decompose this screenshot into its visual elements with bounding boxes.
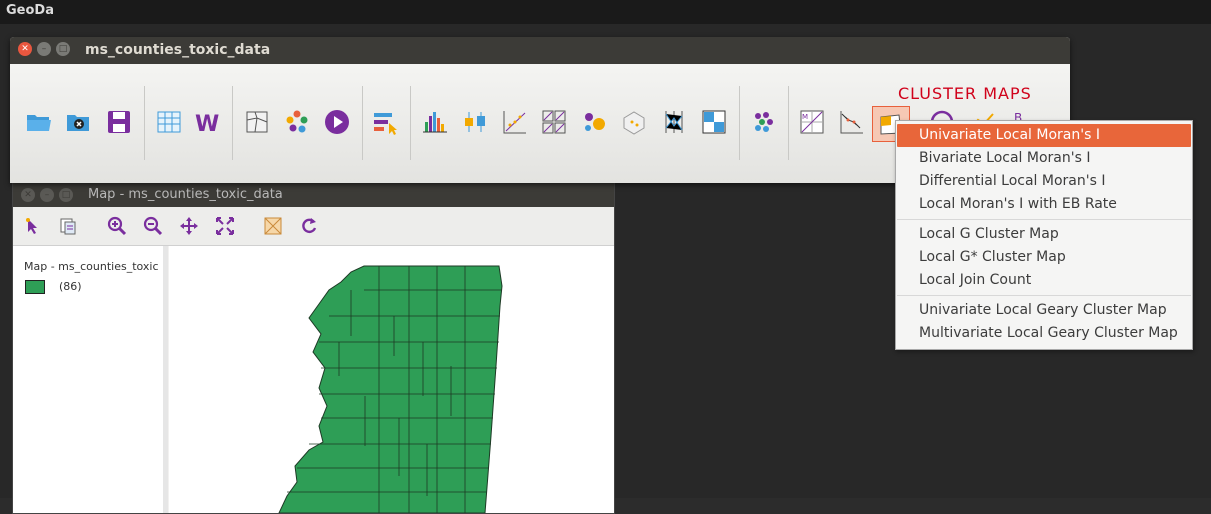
close-project-icon[interactable]	[65, 108, 93, 136]
open-folder-icon[interactable]	[25, 108, 53, 136]
zoom-in-icon[interactable]	[107, 216, 127, 236]
toolbar-separator	[232, 86, 233, 160]
map-canvas[interactable]	[169, 246, 614, 513]
map-maximize-icon[interactable]: □	[59, 188, 73, 202]
menu-item-univariate-local-morans-i[interactable]: Univariate Local Moran's I	[897, 124, 1191, 147]
save-icon[interactable]	[105, 108, 133, 136]
histogram-icon[interactable]	[421, 108, 449, 136]
3d-scatter-icon[interactable]	[620, 108, 648, 136]
mississippi-county-map[interactable]	[169, 246, 614, 513]
bubble-chart-icon[interactable]	[580, 108, 608, 136]
toolbar-separator	[410, 86, 411, 160]
legend-title: Map - ms_counties_toxic	[24, 260, 159, 273]
legend-swatch[interactable]	[25, 280, 45, 294]
scatter-plot-icon[interactable]	[501, 108, 529, 136]
parallel-coordinate-icon[interactable]	[660, 108, 688, 136]
menu-item-differential-local-morans-i[interactable]: Differential Local Moran's I	[897, 170, 1191, 193]
toolbar-separator	[739, 86, 740, 160]
animation-play-icon[interactable]	[323, 108, 351, 136]
map-close-icon[interactable]: ✕	[21, 188, 35, 202]
menu-item-local-g-cluster-map[interactable]: Local G Cluster Map	[897, 223, 1191, 246]
toolbar-separator	[144, 86, 145, 160]
map-minimize-icon[interactable]: –	[40, 188, 54, 202]
map-toolbar	[13, 207, 614, 246]
toolbar-separator	[788, 86, 789, 160]
menu-separator	[897, 295, 1191, 296]
copy-selection-icon[interactable]	[58, 216, 78, 236]
box-plot-icon[interactable]	[461, 108, 489, 136]
scatter-matrix-icon[interactable]	[540, 108, 568, 136]
menu-item-local-morans-i-eb-rate[interactable]: Local Moran's I with EB Rate	[897, 193, 1191, 216]
map-window-titlebar[interactable]: ✕ – □ Map - ms_counties_toxic_data	[13, 183, 614, 207]
map-window-title: Map - ms_counties_toxic_data	[88, 187, 283, 202]
svg-text:M: M	[802, 113, 808, 121]
menu-item-bivariate-local-morans-i[interactable]: Bivariate Local Moran's I	[897, 147, 1191, 170]
table-icon[interactable]	[155, 108, 183, 136]
menu-item-local-g-star-cluster-map[interactable]: Local G* Cluster Map	[897, 246, 1191, 269]
category-editor-icon[interactable]	[372, 108, 400, 136]
menu-item-univariate-local-geary[interactable]: Univariate Local Geary Cluster Map	[897, 299, 1191, 322]
cartogram-icon[interactable]	[283, 108, 311, 136]
map-icon[interactable]	[243, 108, 271, 136]
maximize-icon[interactable]: □	[56, 42, 70, 56]
minimize-icon[interactable]: –	[37, 42, 51, 56]
close-icon[interactable]: ✕	[18, 42, 32, 56]
map-legend: Map - ms_counties_toxic (86)	[13, 246, 164, 513]
menu-item-local-join-count[interactable]: Local Join Count	[897, 269, 1191, 292]
toolbar-separator	[362, 86, 363, 160]
zoom-out-icon[interactable]	[143, 216, 163, 236]
app-name: GeoDa	[6, 3, 54, 18]
moran-scatter-icon[interactable]: M	[798, 108, 826, 136]
select-pointer-icon[interactable]	[23, 216, 43, 236]
refresh-icon[interactable]	[299, 216, 319, 236]
cluster-maps-menu: Univariate Local Moran's I Bivariate Loc…	[895, 120, 1193, 350]
menu-item-multivariate-local-geary[interactable]: Multivariate Local Geary Cluster Map	[897, 322, 1191, 345]
correlogram-icon[interactable]	[838, 108, 866, 136]
main-window-title: ms_counties_toxic_data	[85, 42, 271, 58]
top-panel: GeoDa	[0, 0, 1211, 24]
map-window: ✕ – □ Map - ms_counties_toxic_data Map -…	[12, 182, 615, 514]
map-layer-icon[interactable]	[263, 216, 283, 236]
pan-icon[interactable]	[179, 216, 199, 236]
cluster-analysis-icon[interactable]	[750, 108, 778, 136]
weights-manager-icon[interactable]: W	[194, 108, 222, 136]
full-extent-icon[interactable]	[215, 216, 235, 236]
conditional-plot-icon[interactable]	[700, 108, 728, 136]
legend-count: (86)	[59, 280, 82, 293]
main-window-titlebar[interactable]: ✕ – □ ms_counties_toxic_data	[10, 37, 1070, 64]
svg-text:W: W	[195, 112, 219, 136]
menu-separator	[897, 219, 1191, 220]
legend-splitter[interactable]	[163, 246, 168, 513]
cluster-maps-label: CLUSTER MAPS	[898, 84, 1032, 103]
